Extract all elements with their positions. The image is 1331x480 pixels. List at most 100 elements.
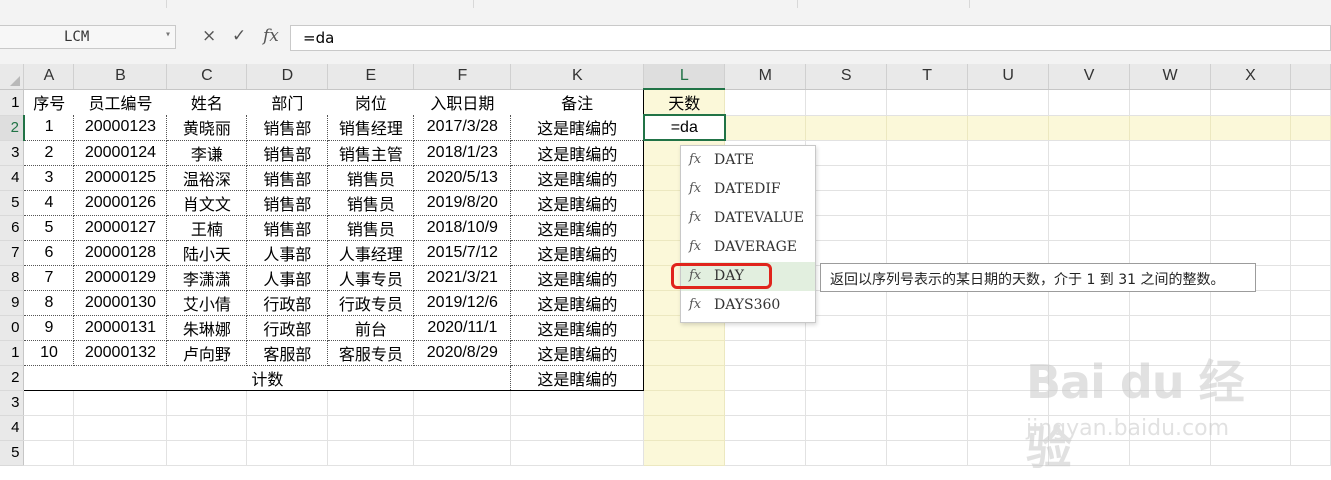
- empty-cell[interactable]: [1048, 215, 1131, 241]
- table-cell[interactable]: 20000127: [73, 215, 168, 241]
- empty-cell[interactable]: [967, 315, 1050, 341]
- empty-cell[interactable]: [805, 240, 888, 266]
- empty-cell[interactable]: [1048, 165, 1131, 191]
- table-cell[interactable]: 这是瞎编的: [510, 290, 645, 316]
- row-header-1[interactable]: 1: [0, 89, 25, 116]
- empty-cell[interactable]: [643, 340, 726, 366]
- column-header-S[interactable]: S: [805, 64, 888, 90]
- empty-cell[interactable]: [1129, 290, 1211, 316]
- table-cell[interactable]: 2018/1/23: [413, 140, 512, 166]
- empty-cell[interactable]: [1290, 89, 1331, 116]
- empty-cell[interactable]: [1210, 89, 1291, 116]
- empty-cell[interactable]: [724, 440, 807, 466]
- empty-cell[interactable]: [1048, 240, 1131, 266]
- table-cell[interactable]: 这是瞎编的: [510, 265, 645, 291]
- empty-cell[interactable]: [967, 89, 1050, 116]
- column-header-F[interactable]: F: [413, 64, 512, 90]
- table-cell[interactable]: 这是瞎编的: [510, 215, 645, 241]
- empty-cell[interactable]: [805, 390, 888, 416]
- table-cell[interactable]: 肖文文: [166, 190, 248, 216]
- table-cell[interactable]: 2020/11/1: [413, 315, 512, 341]
- column-header-X[interactable]: X: [1210, 64, 1291, 90]
- empty-cell[interactable]: [1129, 190, 1211, 216]
- table-cell[interactable]: 人事部: [246, 265, 329, 291]
- row-header-8[interactable]: 8: [0, 265, 25, 291]
- empty-cell[interactable]: [73, 415, 168, 441]
- empty-cell[interactable]: [886, 340, 969, 366]
- empty-cell[interactable]: [166, 390, 248, 416]
- table-cell[interactable]: 行政部: [246, 290, 329, 316]
- table-cell[interactable]: 销售主管: [327, 140, 415, 166]
- empty-cell[interactable]: [1210, 215, 1291, 241]
- column-header-C[interactable]: C: [166, 64, 248, 90]
- table-cell[interactable]: 李谦: [166, 140, 248, 166]
- row-header-15[interactable]: 5: [0, 440, 25, 466]
- empty-cell[interactable]: [886, 115, 969, 141]
- table-cell[interactable]: 温裕深: [166, 165, 248, 191]
- empty-cell[interactable]: [1290, 240, 1331, 266]
- empty-cell[interactable]: [805, 290, 888, 316]
- empty-cell[interactable]: [1048, 115, 1131, 141]
- empty-cell[interactable]: [1290, 290, 1331, 316]
- row-header-3[interactable]: 3: [0, 140, 25, 166]
- empty-cell[interactable]: [1048, 290, 1131, 316]
- function-autocomplete-list[interactable]: fx DATE fx DATEDIF fx DATEVALUE fx DAVERAGE fx DA…: [680, 145, 816, 323]
- empty-cell[interactable]: [1210, 290, 1291, 316]
- table-cell[interactable]: 2019/12/6: [413, 290, 512, 316]
- table-cell[interactable]: 6: [23, 240, 75, 266]
- empty-cell[interactable]: [23, 415, 75, 441]
- table-cell[interactable]: 20000123: [73, 115, 168, 141]
- formula-input[interactable]: =da: [290, 25, 1331, 51]
- table-cell[interactable]: 朱琳娜: [166, 315, 248, 341]
- row-header-13[interactable]: 3: [0, 390, 25, 416]
- table-cell[interactable]: 陆小天: [166, 240, 248, 266]
- empty-cell[interactable]: [1290, 215, 1331, 241]
- empty-cell[interactable]: [510, 415, 645, 441]
- table-cell[interactable]: 10: [23, 340, 75, 366]
- column-header-W[interactable]: W: [1129, 64, 1211, 90]
- empty-cell[interactable]: [1129, 115, 1211, 141]
- empty-cell[interactable]: [73, 390, 168, 416]
- table-cell[interactable]: 这是瞎编的: [510, 240, 645, 266]
- table-cell[interactable]: 销售员: [327, 190, 415, 216]
- empty-cell[interactable]: [724, 390, 807, 416]
- count-note-cell[interactable]: 这是瞎编的: [510, 365, 645, 391]
- table-cell[interactable]: 李潇潇: [166, 265, 248, 291]
- empty-cell[interactable]: [510, 390, 645, 416]
- empty-cell[interactable]: [643, 415, 726, 441]
- column-header-V[interactable]: V: [1048, 64, 1131, 90]
- table-cell[interactable]: 人事专员: [327, 265, 415, 291]
- table-cell[interactable]: 这是瞎编的: [510, 115, 645, 141]
- empty-cell[interactable]: [1048, 89, 1131, 116]
- empty-cell[interactable]: [967, 290, 1050, 316]
- empty-cell[interactable]: [886, 89, 969, 116]
- table-cell[interactable]: 8: [23, 290, 75, 316]
- empty-cell[interactable]: [23, 390, 75, 416]
- empty-cell[interactable]: [1290, 190, 1331, 216]
- table-cell[interactable]: 销售员: [327, 215, 415, 241]
- empty-cell[interactable]: [967, 165, 1050, 191]
- column-header-U[interactable]: U: [967, 64, 1050, 90]
- row-header-4[interactable]: 4: [0, 165, 25, 191]
- empty-cell[interactable]: [724, 115, 807, 141]
- column-header-K[interactable]: K: [510, 64, 645, 90]
- empty-cell[interactable]: [1290, 440, 1331, 466]
- table-cell[interactable]: 20000128: [73, 240, 168, 266]
- count-label-cell[interactable]: 计数: [23, 365, 512, 391]
- empty-cell[interactable]: [886, 215, 969, 241]
- empty-cell[interactable]: [805, 190, 888, 216]
- cancel-icon[interactable]: ×: [202, 26, 216, 46]
- empty-cell[interactable]: [1048, 190, 1131, 216]
- empty-cell[interactable]: [1210, 190, 1291, 216]
- table-cell[interactable]: 人事部: [246, 240, 329, 266]
- empty-cell[interactable]: [1290, 390, 1331, 416]
- empty-cell[interactable]: [1048, 315, 1131, 341]
- table-cell[interactable]: 20000124: [73, 140, 168, 166]
- empty-cell[interactable]: [246, 390, 329, 416]
- empty-cell[interactable]: [805, 115, 888, 141]
- empty-cell[interactable]: [1129, 215, 1211, 241]
- column-header-M[interactable]: M: [724, 64, 807, 90]
- empty-cell[interactable]: [886, 165, 969, 191]
- insert-function-icon[interactable]: fx: [263, 26, 279, 46]
- chevron-down-icon[interactable]: ▾: [165, 29, 171, 40]
